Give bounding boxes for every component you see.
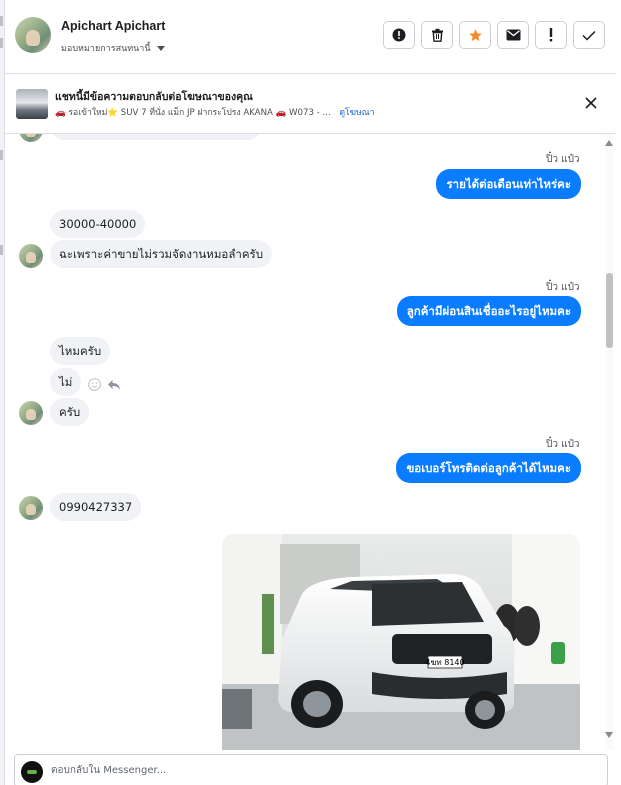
mark-unread-button[interactable] (497, 21, 529, 49)
conversation-header: Apichart Apichart มอบหมายการสนทนานี้ (5, 0, 616, 74)
view-ad-link[interactable]: ดูโฆษณา (339, 108, 374, 118)
message-bubble-incoming[interactable]: 30000-40000 (50, 210, 146, 238)
thread-scrollbar[interactable] (602, 134, 616, 750)
ad-banner-title: แชทนี้มีข้อความตอบกลับต่อโฆษณาของคุณ (55, 91, 253, 103)
star-button[interactable] (459, 21, 491, 49)
left-edge-mark (0, 38, 3, 48)
license-plate: 4ฆท 8140 (425, 658, 464, 667)
message-bubble-incoming[interactable]: ครับ (50, 398, 90, 426)
contact-avatar[interactable] (15, 17, 51, 53)
scrollbar-thumb[interactable] (606, 273, 613, 348)
scroll-up-icon[interactable] (605, 140, 613, 146)
trash-icon (431, 28, 443, 42)
conversation-actions (383, 21, 605, 49)
check-icon (582, 30, 596, 41)
close-icon[interactable] (583, 95, 599, 111)
page-avatar (21, 761, 43, 783)
alert-circle-icon (392, 28, 406, 42)
contact-avatar (19, 134, 43, 142)
ad-caption: 🚗 รอเข้าใหม่⭐ SUV 7 ที่นั่ง แม็ก JP ฝากร… (55, 108, 331, 118)
message-bubble-outgoing[interactable]: ขอเบอร์โทรติดต่อลูกค้าได้ไหมคะ (396, 453, 581, 483)
assign-label: มอบหมายการสนทนานี้ (61, 44, 151, 54)
ad-reply-banner: แชทนี้มีข้อความตอบกลับต่อโฆษณาของคุณ 🚗 ร… (5, 74, 616, 134)
reply-composer (5, 750, 616, 785)
react-emoji-icon[interactable] (88, 378, 101, 391)
contact-avatar (19, 244, 43, 268)
message-bubble-incoming[interactable]: ไม่ (50, 368, 82, 396)
message-bubble-incoming[interactable]: 0990427337 (50, 493, 142, 521)
photo-attachment[interactable]: 4ฆท 8140 (222, 534, 580, 750)
message-bubble-incoming[interactable]: ไหมครับ (50, 337, 111, 365)
delete-button[interactable] (421, 21, 453, 49)
scrollbar-track[interactable] (606, 134, 613, 750)
contact-avatar (19, 401, 43, 425)
mark-done-button[interactable] (573, 21, 605, 49)
left-edge-mark (0, 245, 3, 255)
contact-avatar (19, 496, 43, 520)
exclamation-icon (549, 28, 553, 42)
contact-name[interactable]: Apichart Apichart (61, 19, 165, 33)
message-bubble-outgoing[interactable]: รายได้ต่อเดือนเท่าไหร่คะ (436, 169, 581, 199)
message-bubble-incoming[interactable]: ฉะเพราะค่าขายไม่รวมจัดงานหมอลำครับ (50, 240, 273, 268)
sender-name: ปิ๋ว แป๋ว (546, 154, 580, 165)
sender-name: ปิ๋ว แป๋ว (546, 282, 580, 293)
car-photo: 4ฆท 8140 (222, 534, 580, 750)
message-hover-actions (88, 378, 121, 391)
scroll-down-icon[interactable] (605, 732, 613, 738)
reply-icon[interactable] (107, 379, 121, 391)
spam-button[interactable] (383, 21, 415, 49)
reply-input[interactable] (51, 755, 591, 785)
star-icon (468, 28, 482, 41)
message-bubble-outgoing[interactable]: ลูกค้ามีผ่อนสินเชื่ออะไรอยู่ไหมคะ (396, 296, 581, 326)
chevron-down-icon (156, 45, 165, 51)
follow-up-button[interactable] (535, 21, 567, 49)
left-edge-mark (0, 150, 3, 160)
envelope-icon (506, 29, 520, 41)
sender-name: ปิ๋ว แป๋ว (546, 439, 580, 450)
ad-thumbnail[interactable] (16, 89, 48, 119)
ad-banner-subtitle: 🚗 รอเข้าใหม่⭐ SUV 7 ที่นั่ง แม็ก JP ฝากร… (55, 105, 374, 119)
left-edge-mark (0, 16, 3, 26)
message-bubble-incoming[interactable] (50, 134, 262, 140)
assign-conversation-dropdown[interactable]: มอบหมายการสนทนานี้ (61, 41, 165, 55)
message-thread: ปิ๋ว แป๋ว รายได้ต่อเดือนเท่าไหร่คะ 30000… (5, 134, 602, 750)
composer-box (14, 754, 608, 785)
